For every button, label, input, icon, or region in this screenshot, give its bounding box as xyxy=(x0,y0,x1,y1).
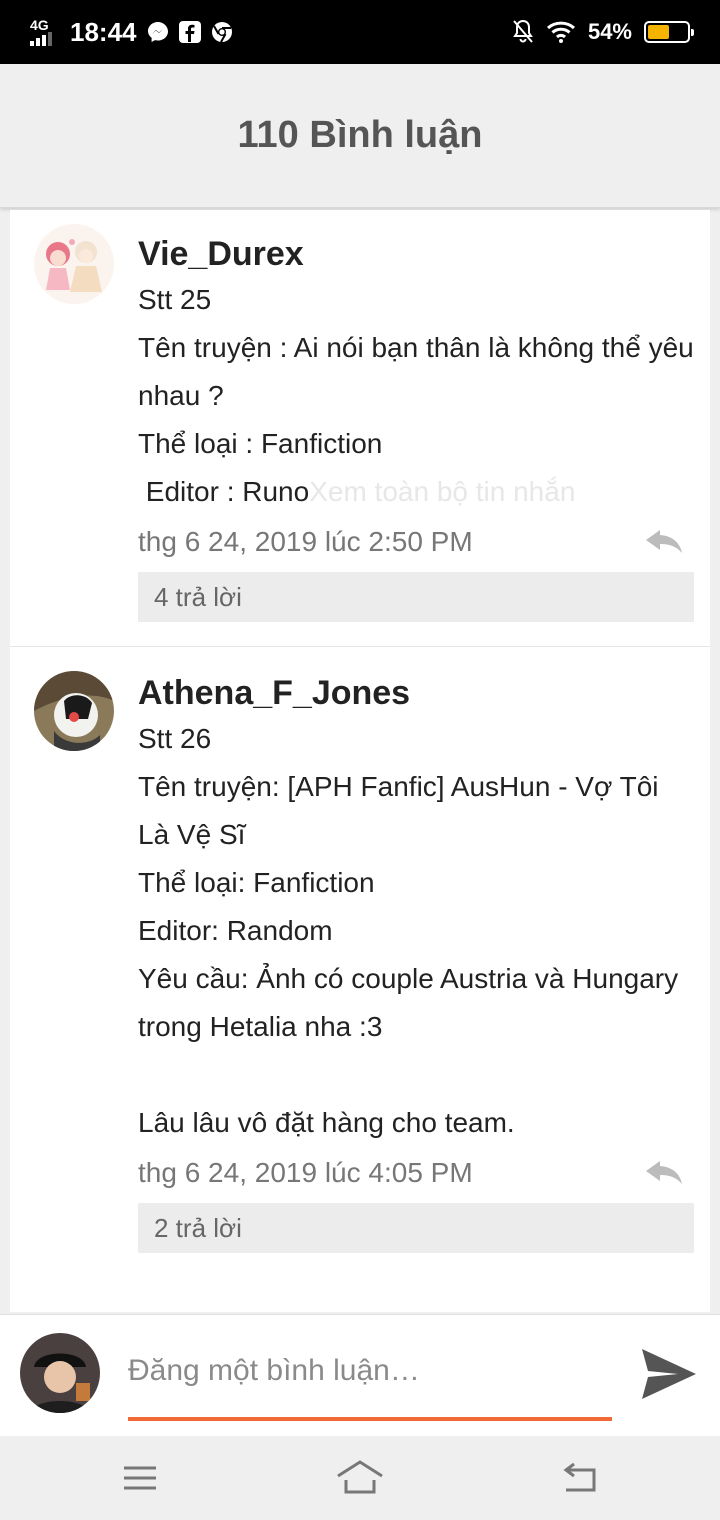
comment-text-line: Stt 26 xyxy=(138,723,212,754)
mute-icon xyxy=(513,19,533,43)
chrome-icon xyxy=(211,22,232,43)
comments-header: 110 Bình luận xyxy=(0,64,720,208)
battery-icon xyxy=(644,21,694,43)
menu-icon[interactable] xyxy=(116,1456,164,1500)
home-icon[interactable] xyxy=(336,1456,384,1500)
cellular-signal-icon: 4G xyxy=(30,18,60,46)
comment-item: Vie_Durex Stt 25 Tên truyện : Ai nói bạn… xyxy=(10,210,710,647)
clock: 18:44 xyxy=(70,16,137,47)
facebook-icon xyxy=(178,21,201,43)
reply-icon[interactable] xyxy=(642,1159,686,1187)
comment-username[interactable]: Athena_F_Jones xyxy=(138,671,694,715)
comment-text-line xyxy=(138,1051,694,1099)
comment-text-line: Tên truyện : Ai nói bạn thân là không th… xyxy=(138,332,702,411)
input-underline xyxy=(128,1417,612,1421)
back-icon[interactable] xyxy=(556,1456,604,1500)
comment-text-line: Stt 25 xyxy=(138,284,212,315)
system-nav-bar xyxy=(0,1436,720,1520)
comment-text-line: Editor : RunoXem toàn bộ tin nhắn xyxy=(138,468,694,516)
comment-text-line: Yêu cầu: Ảnh có couple Austria và Hungar… xyxy=(138,963,686,1042)
comment-input[interactable] xyxy=(128,1341,612,1401)
comment-timestamp-row: thg 6 24, 2019 lúc 2:50 PM xyxy=(138,518,694,566)
see-full-message-link[interactable]: Xem toàn bộ tin nhắn xyxy=(309,476,575,507)
network-type: 4G xyxy=(30,17,49,33)
comment-text-line: Thể loại : Fanfiction xyxy=(138,428,383,459)
messenger-icon xyxy=(147,22,168,42)
replies-button[interactable]: 2 trả lời xyxy=(138,1203,694,1253)
page-title: 110 Bình luận xyxy=(237,114,483,156)
comment-timestamp: thg 6 24, 2019 lúc 2:50 PM xyxy=(138,526,473,557)
comment-list[interactable]: Vie_Durex Stt 25 Tên truyện : Ai nói bạn… xyxy=(10,210,710,1312)
comment-text-line: Lâu lâu vô đặt hàng cho team. xyxy=(138,1107,515,1138)
compose-bar xyxy=(0,1314,720,1436)
avatar[interactable] xyxy=(34,671,114,751)
current-user-avatar xyxy=(20,1333,100,1413)
comment-text-line: Tên truyện: [APH Fanfic] AusHun - Vợ Tôi… xyxy=(138,771,667,850)
comment-text-line: Thể loại: Fanfiction xyxy=(138,867,375,898)
comment-text-line: Editor: Random xyxy=(138,915,333,946)
comment-username[interactable]: Vie_Durex xyxy=(138,232,694,276)
status-bar: 4G 18:44 54% xyxy=(0,0,720,64)
comment-timestamp-row: thg 6 24, 2019 lúc 4:05 PM xyxy=(138,1149,694,1197)
comment-text-fragment: Editor : Runo xyxy=(138,476,310,507)
comment-item: Athena_F_Jones Stt 26 Tên truyện: [APH F… xyxy=(10,647,710,1277)
send-icon[interactable] xyxy=(640,1347,698,1401)
replies-button[interactable]: 4 trả lời xyxy=(138,572,694,622)
battery-percent: 54% xyxy=(587,19,632,44)
wifi-icon xyxy=(546,21,575,43)
reply-icon[interactable] xyxy=(642,528,686,556)
avatar[interactable] xyxy=(34,224,114,304)
comment-timestamp: thg 6 24, 2019 lúc 4:05 PM xyxy=(138,1157,473,1188)
